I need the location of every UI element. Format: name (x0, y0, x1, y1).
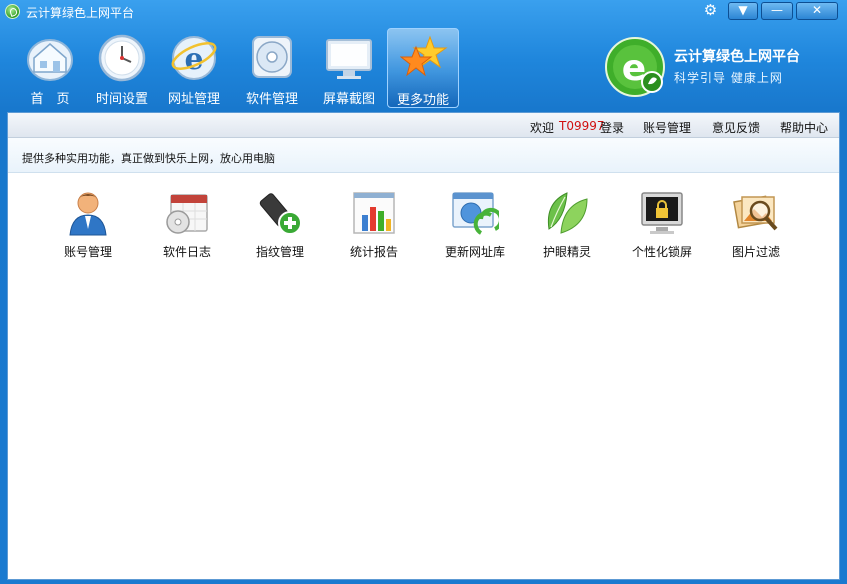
func-label-software-log: 软件日志 (162, 245, 211, 259)
usb-add-icon (259, 193, 302, 235)
lock-screen-icon (641, 192, 683, 234)
welcome-text: 欢迎 (530, 121, 555, 135)
toolbar-item-time-settings[interactable]: 时间设置 (86, 28, 158, 108)
account-management-link[interactable]: 账号管理 (643, 119, 691, 136)
image-search-icon (733, 195, 778, 231)
user-id: T09997 (559, 119, 605, 133)
toolbar-item-url-management[interactable]: e 网址管理 (158, 28, 230, 108)
func-label-update-url-library: 更新网址库 (444, 245, 505, 259)
user-icon (69, 192, 107, 236)
toolbar-label-more-features: 更多功能 (396, 93, 449, 108)
func-label-eye-protection: 护眼精灵 (542, 245, 591, 259)
toolbar-item-home[interactable]: 首 页 (14, 28, 86, 108)
toolbar-item-screenshot[interactable]: 屏幕截图 (313, 28, 385, 108)
clock-icon (98, 34, 146, 82)
chart-report-icon (353, 192, 395, 234)
calendar-disc-icon (166, 194, 208, 234)
func-update-url-library[interactable]: 更新网址库 (433, 187, 517, 267)
func-statistics-report[interactable]: 统计报告 (332, 187, 416, 267)
func-label-fingerprint-management: 指纹管理 (255, 245, 304, 259)
gear-icon[interactable]: ⚙ (703, 3, 718, 18)
toolbar-item-software-management[interactable]: 软件管理 (236, 28, 308, 108)
home-icon (27, 39, 73, 81)
app-logo-icon (5, 4, 20, 19)
menu-button[interactable]: ▼ (728, 2, 758, 20)
feedback-link[interactable]: 意见反馈 (712, 119, 760, 136)
leaf-icon (547, 192, 588, 234)
window-title: 云计算绿色上网平台 (26, 6, 135, 20)
stars-icon (400, 35, 448, 77)
brand-title: 云计算绿色上网平台 (674, 49, 800, 65)
content-panel: 欢迎 T09997 登录 账号管理 意见反馈 帮助中心 提供多种实用功能，真正做… (7, 112, 840, 580)
disc-icon (252, 36, 292, 78)
toolbar-label-software-management: 软件管理 (245, 92, 298, 107)
login-link[interactable]: 登录 (600, 119, 624, 136)
func-custom-lock-screen[interactable]: 个性化锁屏 (620, 187, 704, 267)
ie-browser-icon: e (171, 36, 217, 80)
tagline-bar: 提供多种实用功能，真正做到快乐上网，放心用电脑 (8, 138, 839, 173)
monitor-icon (326, 39, 372, 79)
app-window: 云计算绿色上网平台 ⚙ ▼ — ✕ 首 页 时间设置 e 网址管理 软件管理 屏… (0, 0, 847, 584)
func-eye-protection[interactable]: 护眼精灵 (525, 187, 609, 267)
func-label-custom-lock-screen: 个性化锁屏 (631, 245, 692, 259)
func-label-account-management: 账号管理 (63, 245, 112, 259)
minimize-button[interactable]: — (761, 2, 793, 20)
toolbar-label-time-settings: 时间设置 (95, 92, 148, 107)
toolbar-item-more-features[interactable]: 更多功能 (387, 28, 459, 108)
func-software-log[interactable]: 软件日志 (145, 187, 229, 267)
toolbar-label-url-management: 网址管理 (167, 92, 220, 107)
func-fingerprint-management[interactable]: 指纹管理 (238, 187, 322, 267)
help-center-link[interactable]: 帮助中心 (780, 119, 828, 136)
func-image-filter[interactable]: 图片过滤 (714, 187, 798, 267)
web-refresh-icon (452, 192, 499, 235)
status-bar: 欢迎 T09997 登录 账号管理 意见反馈 帮助中心 (8, 113, 839, 138)
close-button[interactable]: ✕ (796, 2, 838, 20)
title-bar: 云计算绿色上网平台 ⚙ ▼ — ✕ (0, 0, 847, 24)
func-account-management[interactable]: 账号管理 (46, 187, 130, 267)
brand-logo-icon: e (605, 37, 665, 97)
brand-subtitle: 科学引导 健康上网 (674, 71, 783, 85)
toolbar-label-home: 首 页 (30, 92, 70, 107)
tagline-text: 提供多种实用功能，真正做到快乐上网，放心用电脑 (22, 152, 275, 165)
toolbar-label-screenshot: 屏幕截图 (322, 92, 375, 107)
func-label-statistics-report: 统计报告 (349, 245, 398, 259)
func-label-image-filter: 图片过滤 (731, 245, 780, 259)
